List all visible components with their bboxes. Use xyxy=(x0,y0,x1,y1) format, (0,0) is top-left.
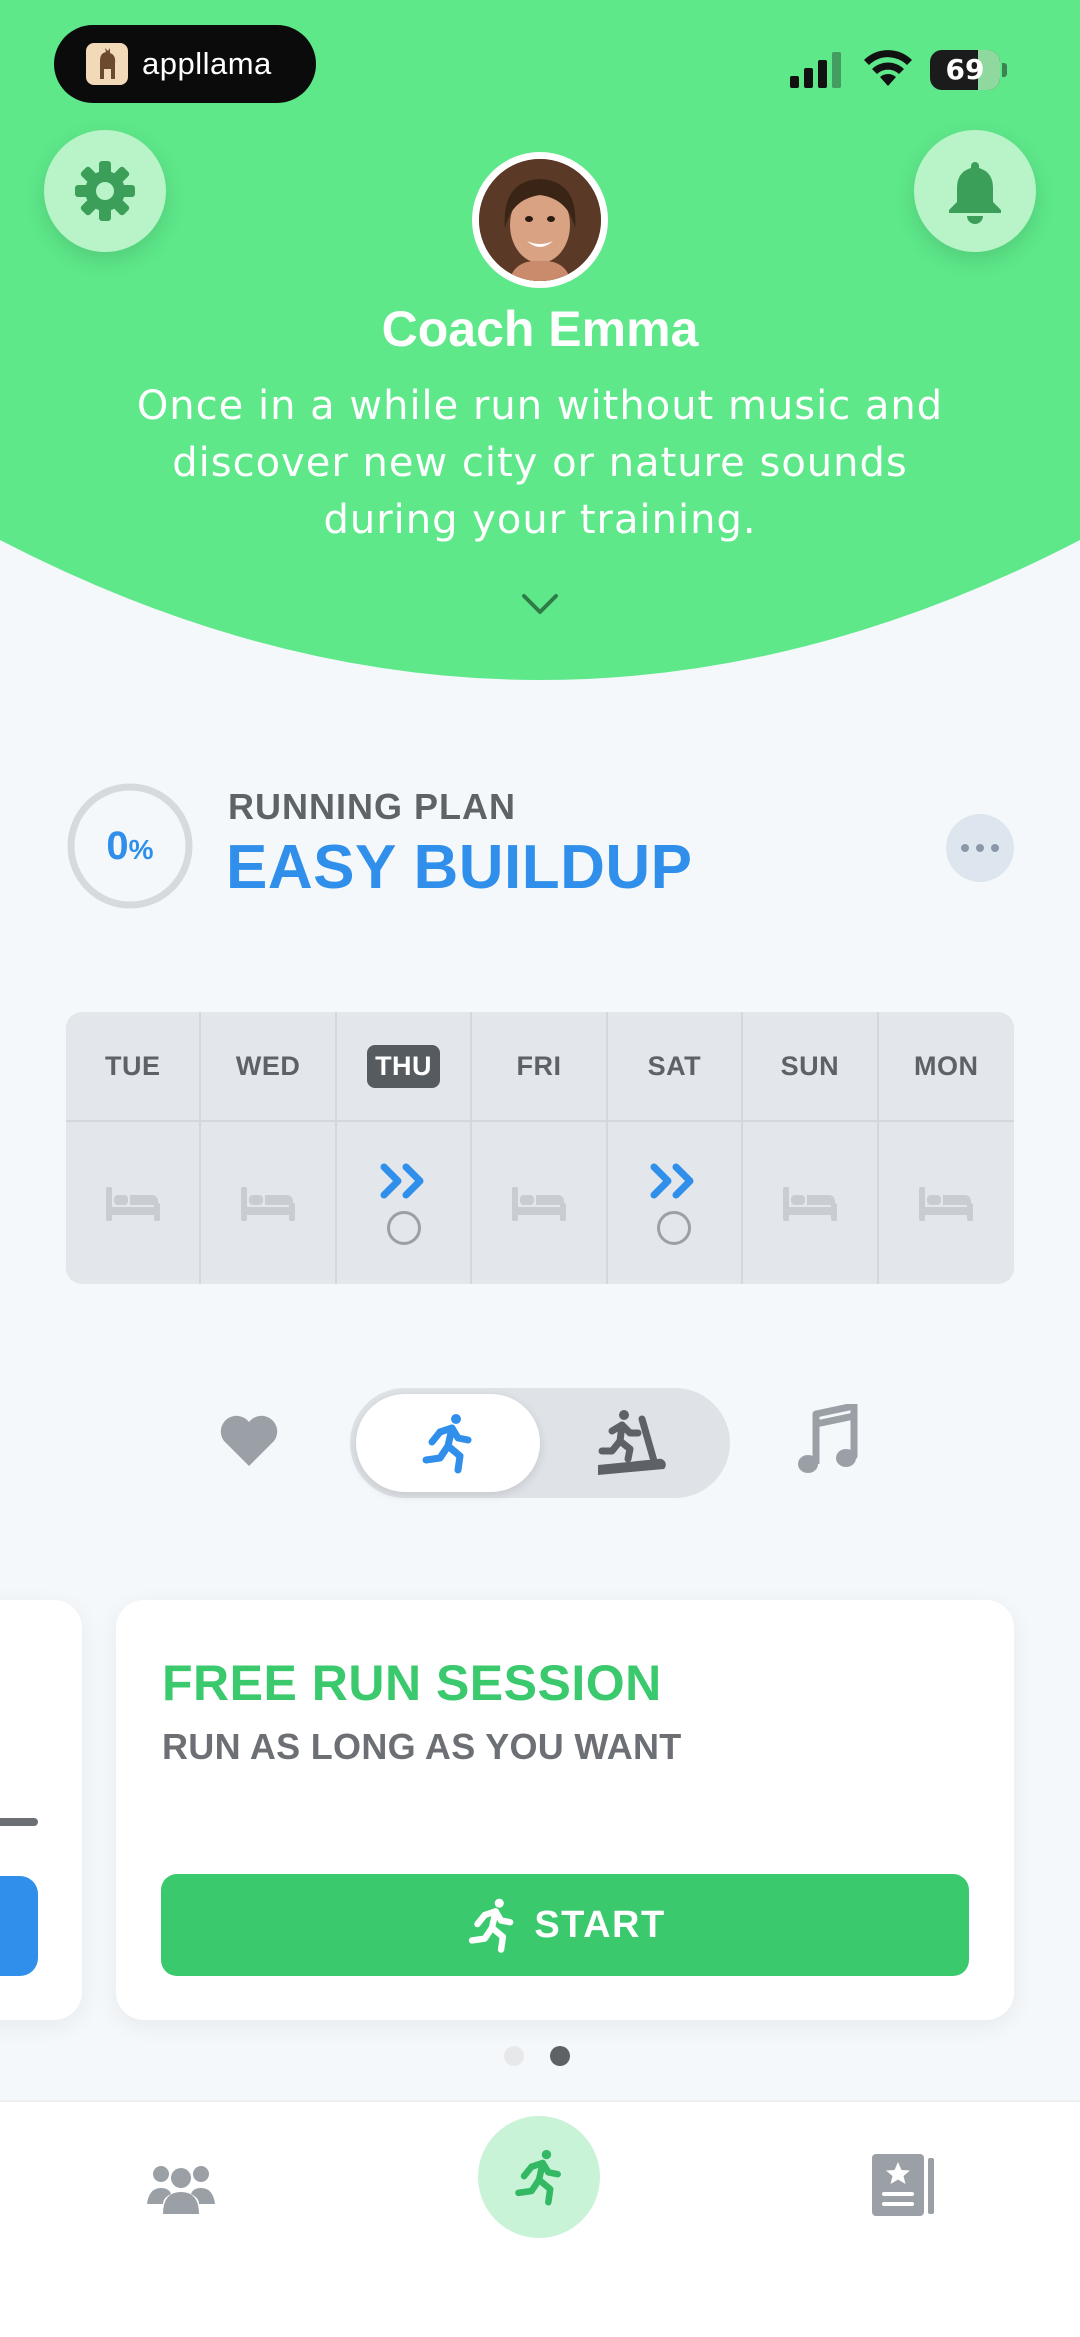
double-chevron-right-icon xyxy=(650,1163,694,1199)
plan-name[interactable]: EASY BUILDUP xyxy=(226,832,693,903)
signal-icon xyxy=(790,52,841,88)
card-action-button[interactable] xyxy=(0,1876,38,1976)
pager-dot-active[interactable] xyxy=(550,2046,570,2066)
card-pager xyxy=(504,2046,570,2066)
coach-name: Coach Emma xyxy=(381,301,699,357)
bed-icon xyxy=(919,1187,974,1221)
day-column-wed[interactable]: WED xyxy=(201,1012,337,1284)
day-label: THU xyxy=(367,1044,441,1088)
day-column-fri[interactable]: FRI xyxy=(472,1012,608,1284)
day-body xyxy=(879,1122,1014,1284)
day-header: SAT xyxy=(607,1012,742,1122)
day-label: TUE xyxy=(104,1050,161,1081)
day-column-mon[interactable]: MON xyxy=(878,1012,1014,1284)
outdoor-run-option[interactable] xyxy=(356,1394,540,1492)
chevron-down-icon[interactable] xyxy=(520,592,560,616)
day-label: WED xyxy=(235,1050,301,1081)
previous-workout-card[interactable] xyxy=(0,1600,82,2020)
wifi-icon xyxy=(864,50,912,86)
music-note-icon[interactable] xyxy=(796,1404,858,1476)
free-run-card[interactable]: FREE RUN SESSION RUN AS LONG AS YOU WANT… xyxy=(116,1600,1014,2020)
coach-portrait-image xyxy=(479,159,601,281)
day-header: FRI xyxy=(472,1012,606,1122)
day-column-sat[interactable]: SAT xyxy=(607,1012,744,1284)
day-column-sun[interactable]: SUN xyxy=(743,1012,879,1284)
battery-icon: 69 xyxy=(930,50,1008,90)
card-subtitle: RUN AS LONG AS YOU WANT xyxy=(162,1726,682,1767)
day-header: MON xyxy=(878,1012,1014,1122)
plan-label: RUNNING PLAN xyxy=(228,786,516,827)
tab-community[interactable] xyxy=(136,2144,226,2234)
tab-bar xyxy=(0,2100,1080,2337)
day-body xyxy=(66,1122,199,1284)
runner-icon xyxy=(515,2149,561,2206)
battery-percent: 69 xyxy=(945,53,985,86)
logbook-icon xyxy=(872,2154,934,2216)
day-header: THU xyxy=(336,1012,471,1122)
bed-icon xyxy=(105,1187,160,1221)
day-body xyxy=(337,1122,470,1284)
settings-button[interactable] xyxy=(44,130,166,252)
day-body xyxy=(608,1122,741,1284)
plan-progress-value: 0% xyxy=(106,824,154,868)
day-label: MON xyxy=(914,1050,979,1081)
start-label: START xyxy=(534,1903,666,1946)
bed-icon xyxy=(782,1187,837,1221)
gear-icon xyxy=(75,161,135,221)
day-header: TUE xyxy=(66,1012,200,1122)
day-header: WED xyxy=(201,1012,335,1122)
treadmill-icon xyxy=(598,1410,666,1475)
tab-run[interactable] xyxy=(478,2116,600,2238)
plan-progress-ring[interactable]: 0% xyxy=(66,782,194,910)
people-icon xyxy=(147,2166,215,2214)
ellipsis-icon xyxy=(961,844,999,852)
tab-logbook[interactable] xyxy=(858,2140,948,2230)
run-mode-toggle[interactable] xyxy=(350,1388,730,1498)
bed-icon xyxy=(241,1187,296,1221)
treadmill-option[interactable] xyxy=(540,1394,724,1492)
day-body xyxy=(201,1122,334,1284)
card-progress-bar xyxy=(0,1818,38,1826)
day-label: SUN xyxy=(780,1050,840,1081)
double-chevron-right-icon xyxy=(380,1163,424,1199)
card-title: FREE RUN SESSION xyxy=(162,1655,662,1711)
day-label: FRI xyxy=(516,1050,562,1081)
coach-tip: Once in a while run without music and di… xyxy=(136,383,944,543)
notifications-button[interactable] xyxy=(914,130,1036,252)
day-column-thu[interactable]: THU xyxy=(336,1012,473,1284)
pager-dot[interactable] xyxy=(504,2046,524,2066)
more-options-button[interactable] xyxy=(946,814,1014,882)
day-label: SAT xyxy=(647,1050,702,1081)
day-column-tue[interactable]: TUE xyxy=(66,1012,202,1284)
bell-icon xyxy=(949,162,1001,224)
app-badge[interactable]: appllama xyxy=(54,25,316,103)
coach-avatar[interactable] xyxy=(472,152,608,288)
workout-status-circle[interactable] xyxy=(657,1211,692,1245)
status-bar: appllama 69 xyxy=(0,0,1080,110)
app-badge-name: appllama xyxy=(142,46,272,81)
day-body xyxy=(472,1122,605,1284)
bed-icon xyxy=(511,1187,566,1221)
day-header: SUN xyxy=(743,1012,877,1122)
runner-icon xyxy=(469,1898,514,1953)
start-button[interactable]: START xyxy=(161,1874,969,1976)
llama-logo-icon xyxy=(86,43,128,85)
outdoor-run-icon xyxy=(422,1414,472,1474)
workout-status-circle[interactable] xyxy=(386,1211,421,1245)
day-body xyxy=(743,1122,876,1284)
heart-icon[interactable] xyxy=(218,1412,280,1468)
week-schedule: TUE WED THU FRI SAT SUN MON xyxy=(66,1012,1014,1284)
